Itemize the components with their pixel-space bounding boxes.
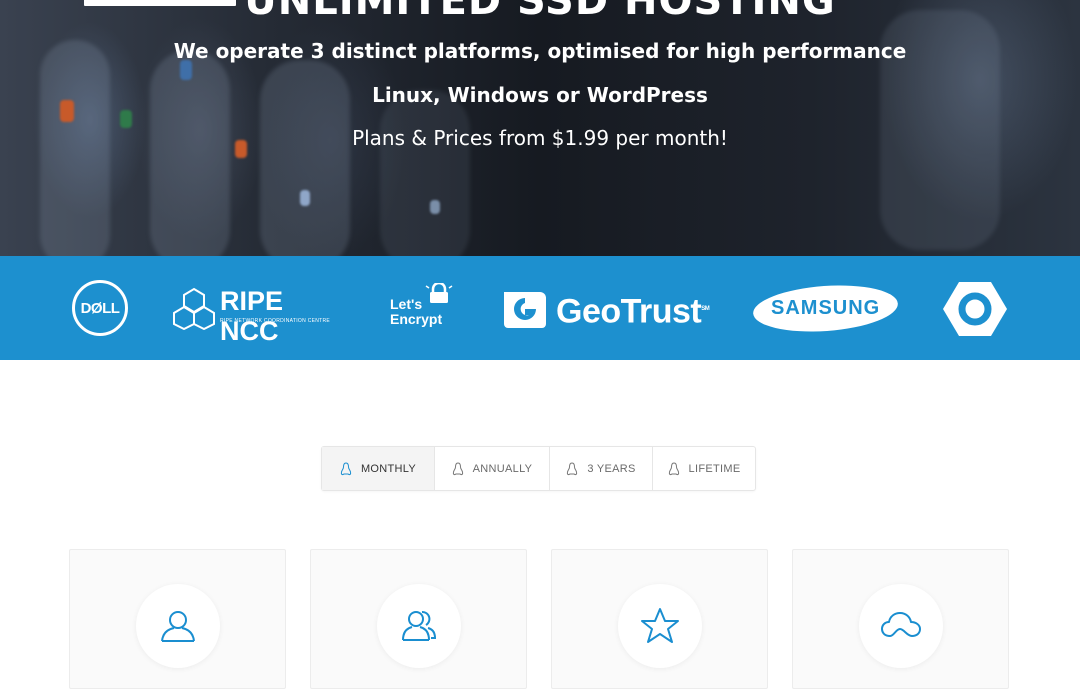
hero-price-note: Plans & Prices from $1.99 per month! xyxy=(352,126,728,150)
background-decoration xyxy=(300,190,310,206)
ripe-cube-icon xyxy=(173,287,215,330)
background-decoration xyxy=(150,50,230,256)
cloud-icon xyxy=(881,612,921,637)
hexagon-partner-logo xyxy=(942,280,1008,338)
plan-card[interactable] xyxy=(551,549,768,689)
background-decoration xyxy=(430,200,440,214)
linux-icon xyxy=(340,461,352,475)
geotrust-name-text: GeoTrust xyxy=(556,292,702,331)
tab-annually[interactable]: ANNUALLY xyxy=(435,447,550,490)
tab-lifetime-label: LIFETIME xyxy=(688,462,741,475)
letsencrypt-text-line2: Encrypt xyxy=(390,311,443,327)
dell-logo: DØLL xyxy=(72,280,128,336)
tab-3-years[interactable]: 3 YEARS xyxy=(550,447,653,490)
background-decoration xyxy=(380,90,470,256)
linux-icon xyxy=(452,461,463,475)
background-decoration xyxy=(180,60,192,80)
plan-card[interactable] xyxy=(69,549,286,689)
tab-lifetime[interactable]: LIFETIME xyxy=(653,447,755,490)
hero-title: UNLIMITED SSD HOSTING xyxy=(244,0,836,24)
ripe-ncc-name: RIPE NCC xyxy=(220,286,284,346)
linux-icon xyxy=(567,461,578,475)
tab-3-years-label: 3 YEARS xyxy=(587,462,636,475)
plan-icon-badge xyxy=(859,584,943,668)
ripe-ncc-logo: RIPE NCC RIPE NETWORK COORDINATION CENTR… xyxy=(172,286,347,346)
plan-icon-badge xyxy=(618,584,702,668)
hero-banner: UNLIMITED SSD HOSTING We operate 3 disti… xyxy=(0,0,1080,256)
plan-icon-badge xyxy=(377,584,461,668)
partner-logos-strip: DØLL RIPE NCC RIPE NETWORK COORDINATION … xyxy=(0,256,1080,360)
geotrust-icon xyxy=(504,292,546,328)
users-icon xyxy=(402,611,437,641)
hero-subtitle-platforms: We operate 3 distinct platforms, optimis… xyxy=(173,39,907,63)
letsencrypt-logo: Let's Encrypt xyxy=(388,283,458,335)
dell-logo-text: DØLL xyxy=(80,299,120,317)
hero-subtitle-os: Linux, Windows or WordPress xyxy=(372,83,708,107)
billing-period-tabs: MONTHLY ANNUALLY 3 YEARS LIFETIME xyxy=(321,446,756,491)
samsung-logo: SAMSUNG xyxy=(751,280,900,337)
plan-card[interactable] xyxy=(310,549,527,689)
geotrust-name: GeoTrustSM xyxy=(556,290,710,331)
linux-icon xyxy=(668,461,679,475)
samsung-logo-text: SAMSUNG xyxy=(770,297,881,320)
star-icon xyxy=(641,608,679,643)
geotrust-logo: GeoTrustSM xyxy=(500,288,712,332)
hexagon-icon xyxy=(943,282,1007,336)
ripe-ncc-subtitle: RIPE NETWORK COORDINATION CENTRE xyxy=(220,318,331,324)
letsencrypt-text-line1: Let's xyxy=(390,296,423,312)
plan-icon-badge xyxy=(136,584,220,668)
tab-monthly-label: MONTHLY xyxy=(360,462,417,475)
letsencrypt-text: Let's Encrypt xyxy=(390,297,442,327)
tab-monthly[interactable]: MONTHLY xyxy=(322,447,435,490)
service-mark: SM xyxy=(701,306,710,312)
user-icon xyxy=(161,611,195,642)
tab-annually-label: ANNUALLY xyxy=(472,462,533,475)
plan-card[interactable] xyxy=(792,549,1009,689)
